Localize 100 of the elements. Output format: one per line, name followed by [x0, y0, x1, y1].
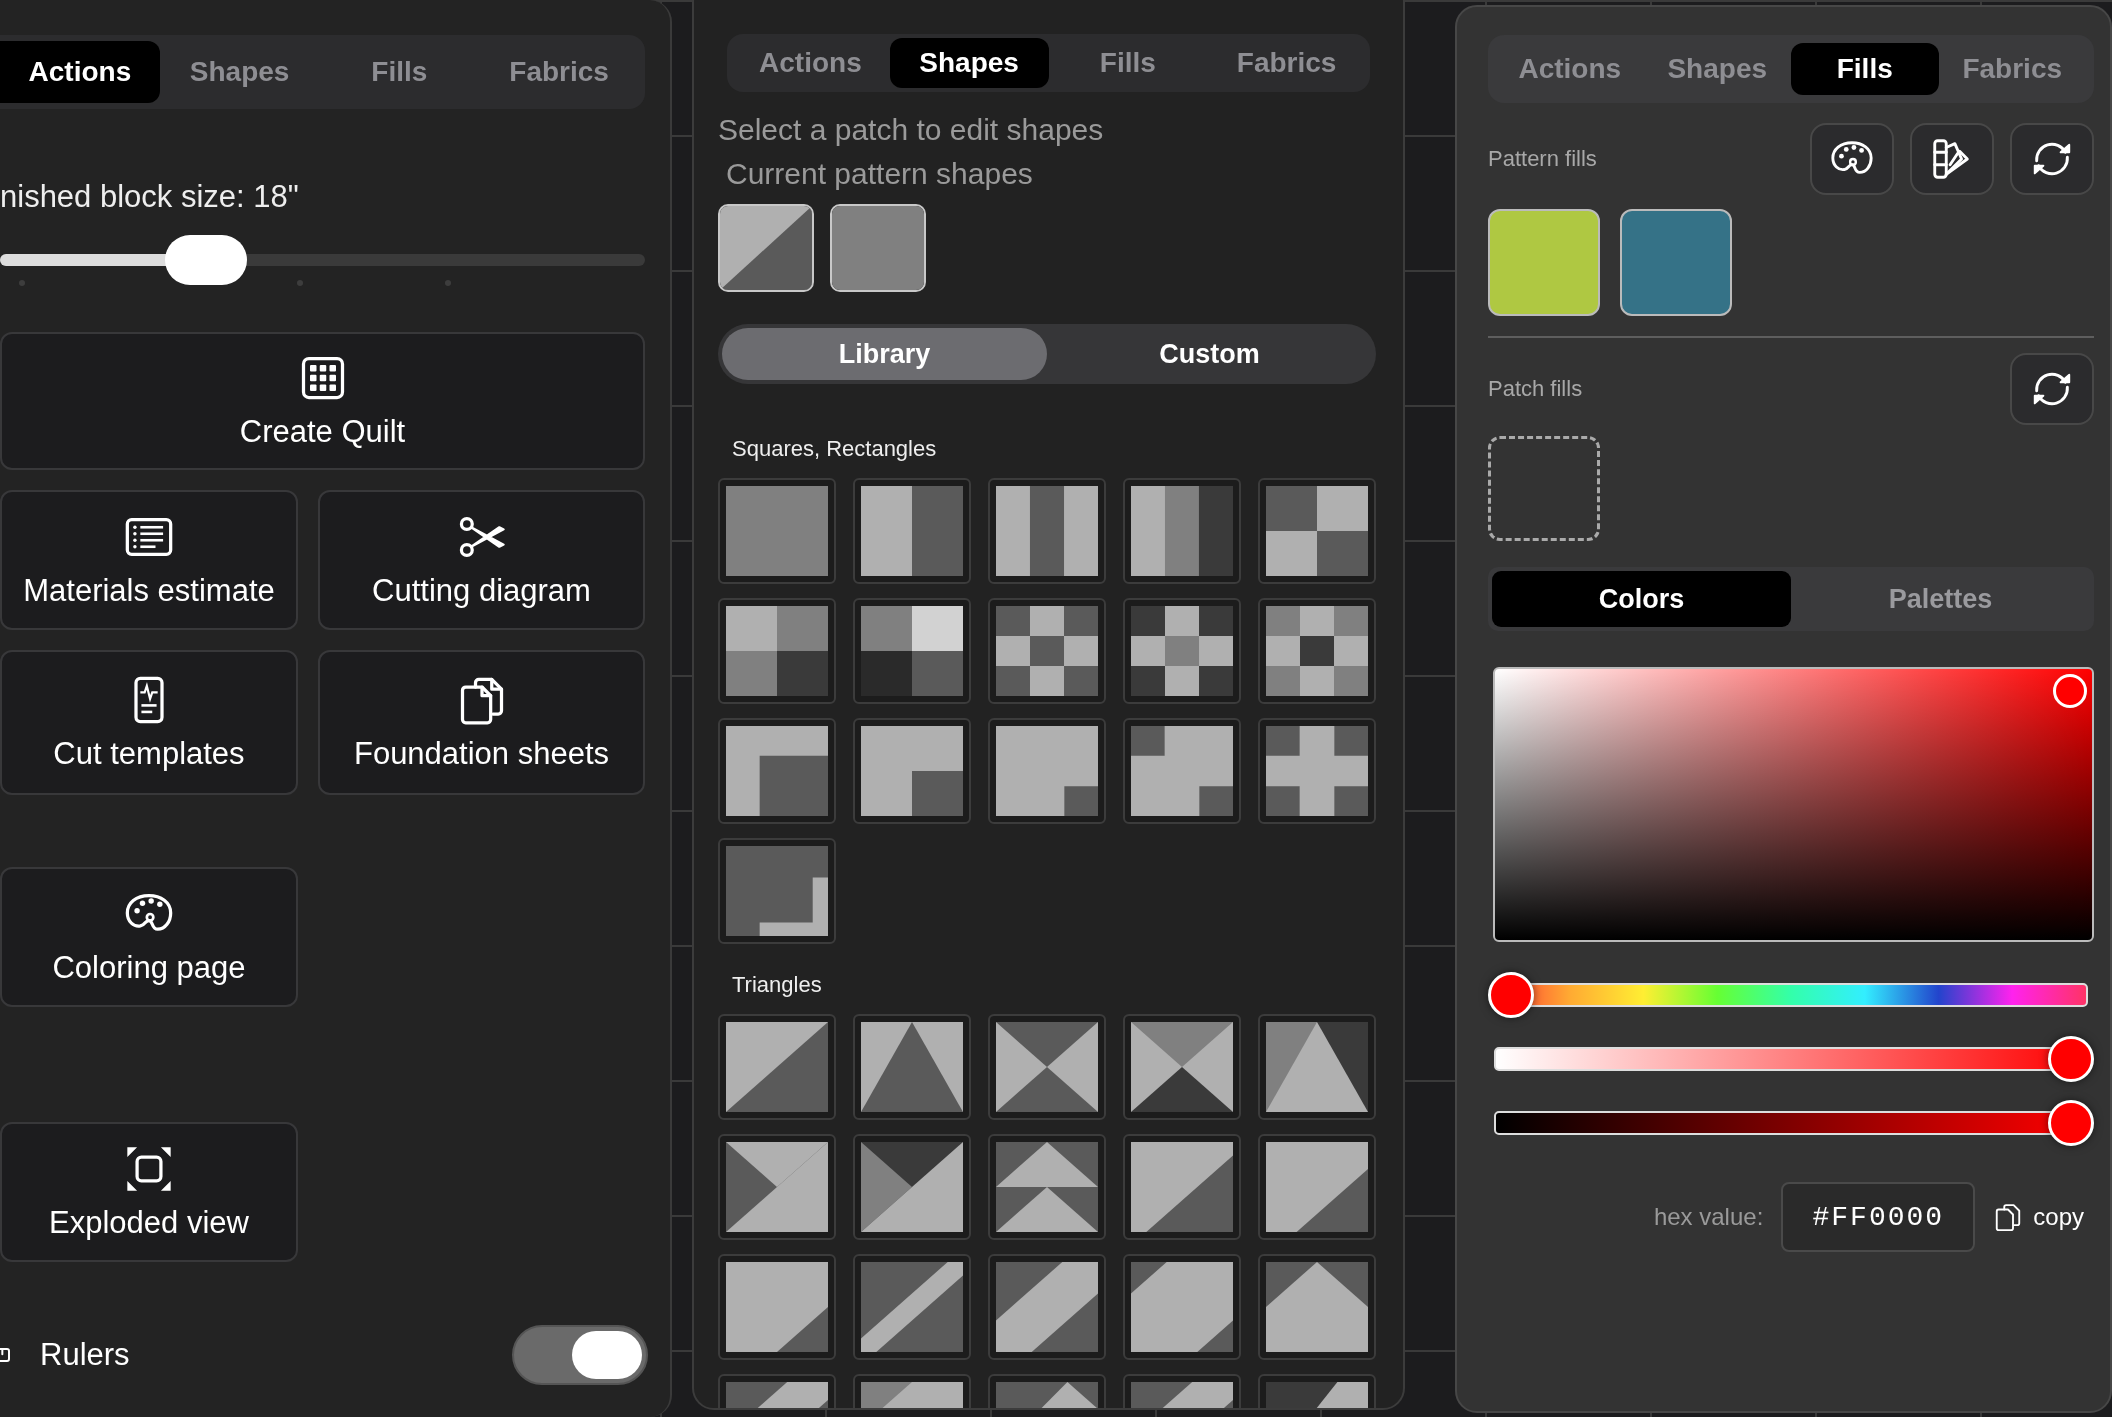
action-button[interactable]: Coloring page: [0, 867, 298, 1007]
slider-thumb[interactable]: [1488, 972, 1534, 1018]
shape-tile[interactable]: [718, 718, 836, 824]
patch-icon: [861, 1262, 963, 1352]
shape-tile[interactable]: [718, 1014, 836, 1120]
shape-tile[interactable]: [853, 1254, 971, 1360]
shape-tile[interactable]: [718, 598, 836, 704]
shape-tile[interactable]: [988, 1134, 1106, 1240]
empty-patch-slot[interactable]: [1488, 436, 1600, 541]
segment[interactable]: Library: [722, 328, 1047, 380]
patch-icon: [726, 1142, 828, 1232]
tab[interactable]: Fills: [1791, 43, 1939, 95]
shape-tile[interactable]: [718, 1254, 836, 1360]
patch-icon: [726, 726, 828, 816]
current-shape-tile[interactable]: [718, 204, 814, 292]
patch-icon: [996, 606, 1098, 696]
tab[interactable]: Fabrics: [479, 41, 639, 103]
patch-icon: [1266, 1142, 1368, 1232]
shape-tile[interactable]: [1258, 718, 1376, 824]
tab[interactable]: Actions: [731, 38, 890, 88]
patch-icon: [832, 206, 924, 290]
action-button[interactable]: Exploded view: [0, 1122, 298, 1262]
color-field-thumb[interactable]: [2053, 674, 2087, 708]
color-swatch[interactable]: [1620, 209, 1732, 316]
shape-tile[interactable]: [1258, 1254, 1376, 1360]
shape-tile[interactable]: [718, 478, 836, 584]
rulers-toggle[interactable]: [512, 1325, 648, 1385]
color-swatch[interactable]: [1488, 209, 1600, 316]
patch-icon: [996, 1262, 1098, 1352]
tab[interactable]: Actions: [0, 41, 160, 103]
segment[interactable]: Custom: [1047, 328, 1372, 380]
shape-tile[interactable]: [718, 838, 836, 944]
shape-tile[interactable]: [1123, 718, 1241, 824]
patch-icon: [1266, 1262, 1368, 1352]
shape-tile[interactable]: [1123, 1254, 1241, 1360]
action-button[interactable]: Materials estimate: [0, 490, 298, 630]
patch-icon: [720, 206, 812, 290]
shape-tile[interactable]: [853, 1014, 971, 1120]
action-button[interactable]: Create Quilt: [0, 332, 645, 470]
shape-tile[interactable]: [1258, 478, 1376, 584]
patch-icon: [726, 606, 828, 696]
section-label: Pattern fills: [1488, 146, 1597, 172]
shape-tile[interactable]: [718, 1134, 836, 1240]
shape-tile[interactable]: [1123, 1134, 1241, 1240]
shape-tile[interactable]: [988, 718, 1106, 824]
patch-icon: [726, 1262, 828, 1352]
patch-icon: [1131, 1262, 1233, 1352]
patch-icon: [861, 1022, 963, 1112]
shape-tile[interactable]: [988, 478, 1106, 584]
action-button[interactable]: Cut templates: [0, 650, 298, 795]
current-shape-tile[interactable]: [830, 204, 926, 292]
patch-icon: [1266, 726, 1368, 816]
patch-icon: [996, 1142, 1098, 1232]
patch-icon: [861, 606, 963, 696]
hex-field[interactable]: #FF0000: [1781, 1182, 1976, 1252]
patch-icon: [861, 1142, 963, 1232]
shape-tile[interactable]: [988, 1014, 1106, 1120]
section-label: Patch fills: [1488, 376, 1583, 402]
tab[interactable]: Shapes: [889, 38, 1049, 88]
shape-tile[interactable]: [1258, 1134, 1376, 1240]
segment[interactable]: Colors: [1492, 571, 1791, 627]
slider-thumb[interactable]: [2048, 1036, 2094, 1082]
action-button[interactable]: Cutting diagram: [318, 490, 645, 630]
shape-tile[interactable]: [988, 598, 1106, 704]
patch-icon: [1131, 1022, 1233, 1112]
tab[interactable]: Fills: [319, 41, 480, 103]
shape-tile[interactable]: [853, 478, 971, 584]
patch-icon: [1266, 486, 1368, 576]
shape-tile[interactable]: [1258, 1014, 1376, 1120]
shape-tile[interactable]: [1123, 1014, 1241, 1120]
shape-tile[interactable]: [1123, 598, 1241, 704]
shape-tile[interactable]: [1123, 478, 1241, 584]
block-size-slider[interactable]: [0, 232, 645, 288]
refresh-button[interactable]: [2010, 123, 2094, 195]
patch-icon: [726, 846, 828, 936]
copy-button[interactable]: copy: [1993, 1202, 2084, 1232]
palette-button[interactable]: [1810, 123, 1894, 195]
shape-tile[interactable]: [853, 718, 971, 824]
shape-tile[interactable]: [988, 1254, 1106, 1360]
swatches-button[interactable]: [1910, 123, 1994, 195]
shape-tile[interactable]: [853, 598, 971, 704]
color-field[interactable]: [1493, 667, 2094, 942]
action-button[interactable]: Foundation sheets: [318, 650, 645, 795]
refresh-button[interactable]: [2010, 353, 2094, 425]
patch-icon: [726, 486, 828, 576]
shape-tile[interactable]: [1258, 598, 1376, 704]
slider-thumb[interactable]: [2048, 1100, 2094, 1146]
tab[interactable]: Fills: [1048, 38, 1208, 88]
patch-icon: [1131, 606, 1233, 696]
shape-tile[interactable]: [853, 1134, 971, 1240]
patch-icon: [996, 486, 1098, 576]
patch-icon: [1131, 726, 1233, 816]
patch-icon: [861, 726, 963, 816]
slider-thumb[interactable]: [165, 235, 248, 285]
tab[interactable]: Fabrics: [1207, 38, 1366, 88]
tab[interactable]: Shapes: [159, 41, 320, 103]
patch-icon: [861, 486, 963, 576]
rulers-label: Rulers: [40, 1337, 131, 1373]
segment[interactable]: Palettes: [1791, 571, 2090, 627]
patch-icon: [1131, 1142, 1233, 1232]
